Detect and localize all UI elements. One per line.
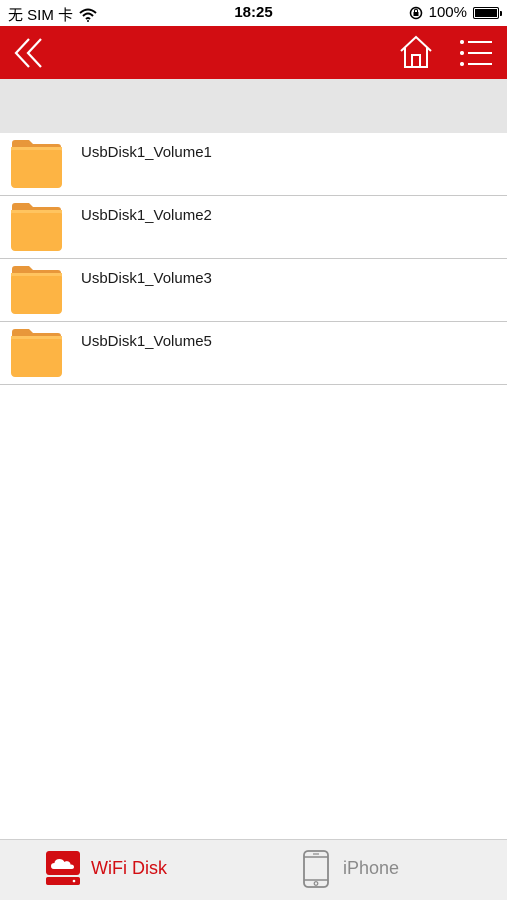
folder-icon — [11, 203, 62, 251]
tab-label: iPhone — [343, 858, 400, 878]
file-name: UsbDisk1_Volume3 — [81, 270, 212, 287]
list-item[interactable]: UsbDisk1_Volume3 — [0, 259, 507, 322]
battery-percent: 100% — [428, 4, 467, 21]
battery-icon — [473, 6, 502, 19]
path-band — [0, 79, 507, 133]
orientation-lock-icon — [409, 6, 422, 19]
list-menu-icon[interactable] — [458, 38, 494, 68]
home-icon[interactable] — [398, 34, 434, 70]
tab-iphone[interactable]: iPhone — [254, 840, 507, 900]
file-name: UsbDisk1_Volume1 — [81, 144, 212, 161]
tab-label: WiFi Disk — [91, 858, 167, 878]
double-chevron-left-icon[interactable] — [12, 36, 48, 70]
folder-icon — [11, 329, 62, 377]
folder-icon — [11, 266, 62, 314]
cloud-disk-icon — [46, 851, 80, 885]
file-list: UsbDisk1_Volume1 UsbDisk1_Volume2 UsbDis… — [0, 133, 507, 385]
status-bar: 无 SIM 卡 18:25 100% — [0, 0, 507, 26]
file-name: UsbDisk1_Volume5 — [81, 333, 212, 350]
status-right: 100% — [409, 4, 502, 21]
list-item[interactable]: UsbDisk1_Volume2 — [0, 196, 507, 259]
tab-bar: WiFi Disk iPhone — [0, 839, 507, 900]
app-screen: 无 SIM 卡 18:25 100% UsbDisk1_Volume1 UsbD… — [0, 0, 507, 900]
file-name: UsbDisk1_Volume2 — [81, 207, 212, 224]
iphone-icon — [303, 850, 329, 888]
battery-level — [475, 8, 497, 17]
list-item[interactable]: UsbDisk1_Volume5 — [0, 322, 507, 385]
folder-icon — [11, 140, 62, 188]
list-item[interactable]: UsbDisk1_Volume1 — [0, 133, 507, 196]
tab-wifi-disk[interactable]: WiFi Disk — [0, 840, 253, 900]
nav-bar — [0, 26, 507, 79]
